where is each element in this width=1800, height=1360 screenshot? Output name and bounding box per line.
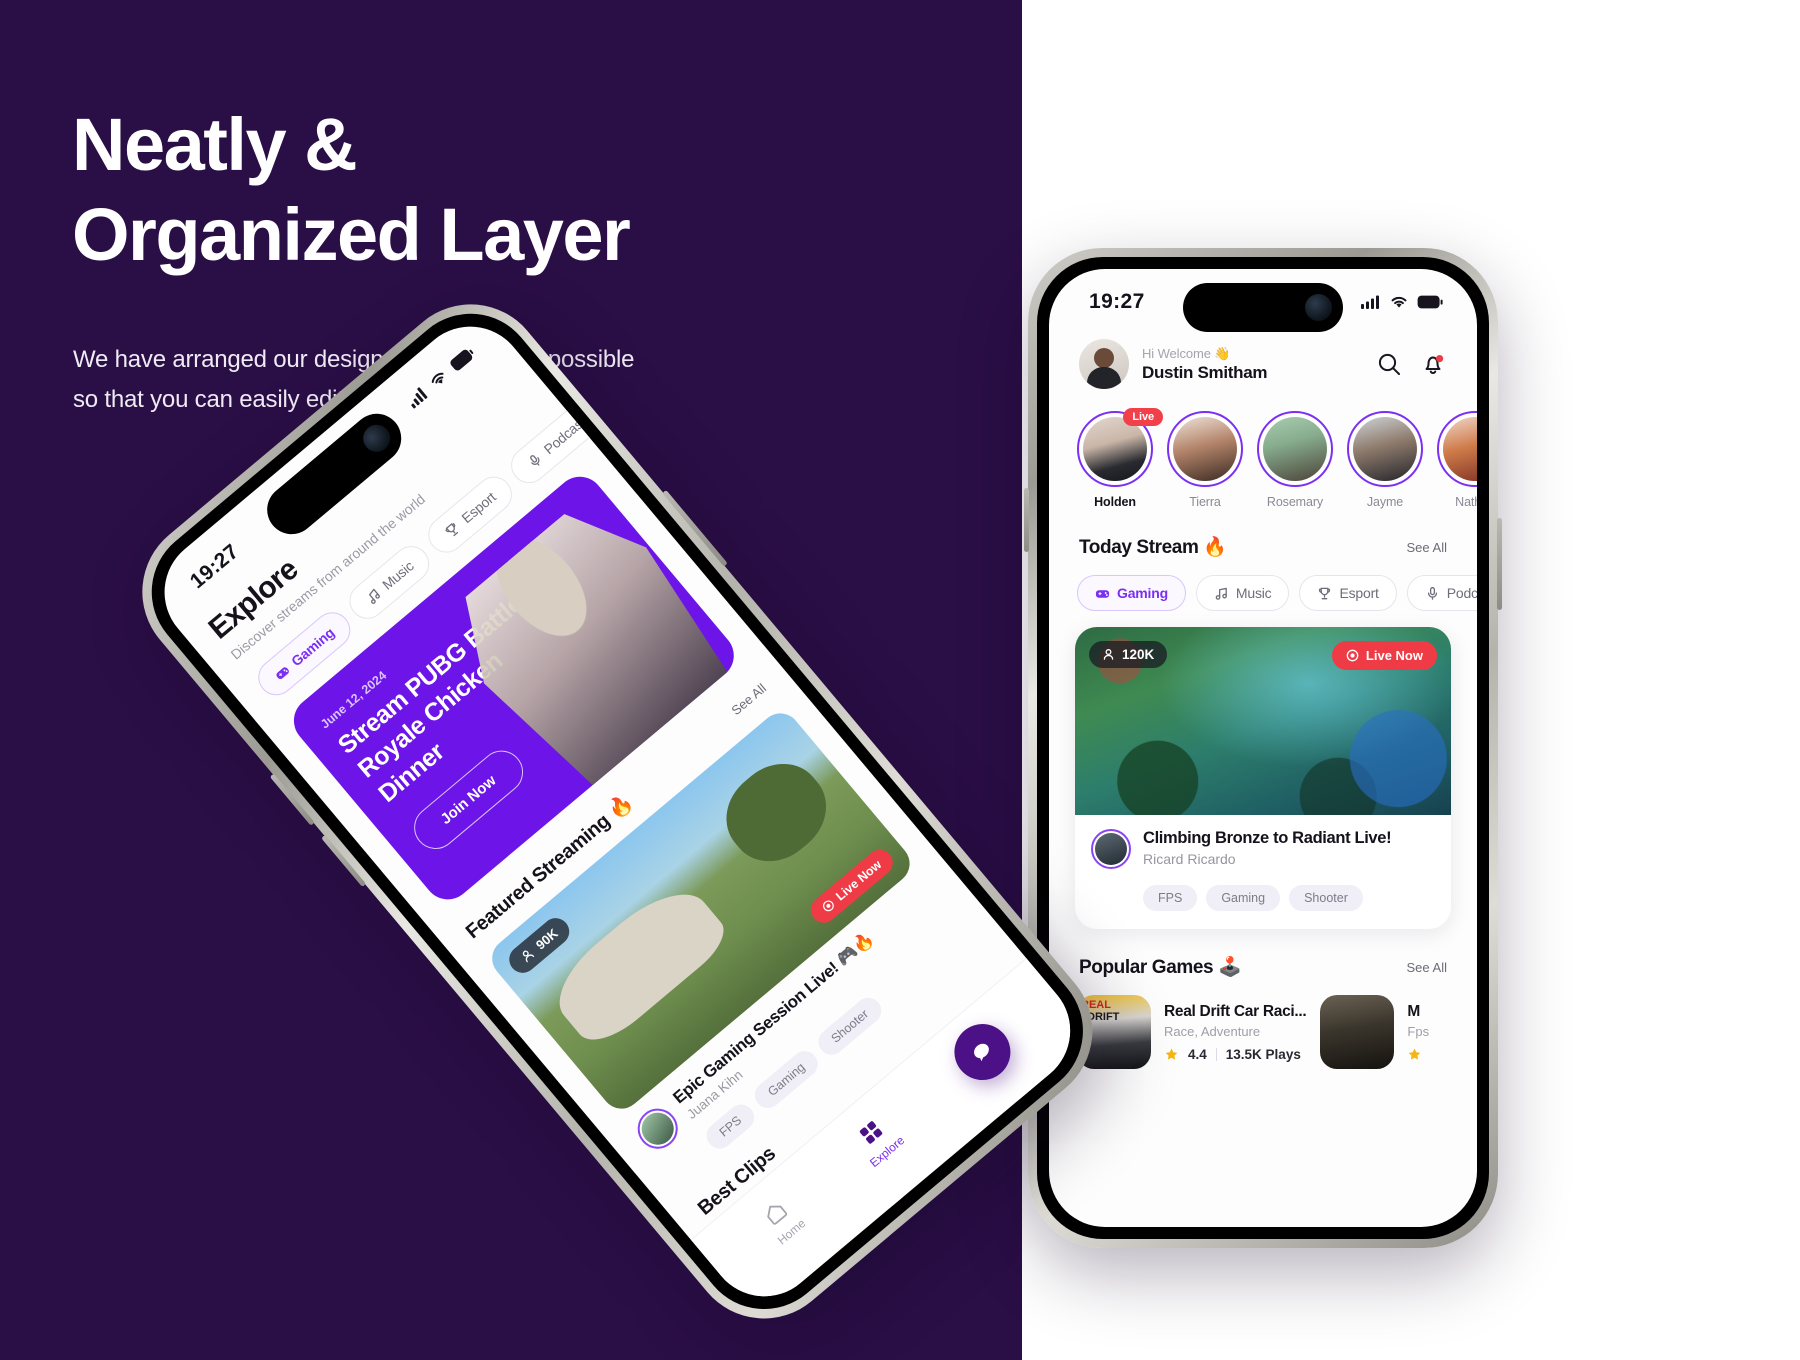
front-camera-icon [1305, 294, 1332, 321]
game-meta-block: Real Drift Car Raci... Race, Adventure 4… [1164, 1002, 1307, 1062]
avatar [1443, 417, 1477, 481]
status-bar-indicators [1361, 295, 1443, 309]
list-item[interactable]: Rosemary [1257, 411, 1333, 509]
record-icon [1346, 649, 1359, 662]
story-name: Holden [1094, 495, 1136, 509]
person-icon [518, 946, 536, 964]
see-all-link[interactable]: See All [1407, 540, 1447, 555]
list-item[interactable]: Jayme [1347, 411, 1423, 509]
story-ring [1257, 411, 1333, 487]
greeting-label: Hi Welcome 👋 [1142, 345, 1231, 361]
header-actions [1375, 350, 1447, 378]
tab-music[interactable]: Music [1195, 575, 1290, 611]
see-all-link[interactable]: See All [1407, 960, 1447, 975]
music-icon [1214, 586, 1229, 601]
user-name: Dustin Smitham [1142, 362, 1268, 382]
avatar [1263, 417, 1327, 481]
story-name: Jayme [1366, 495, 1404, 509]
explore-phone-screen: 19:27 Explore Discover streams from arou… [141, 303, 1093, 1320]
game-plays: 13.5K Plays [1225, 1046, 1301, 1062]
front-camera-icon [357, 419, 396, 458]
avatar [1173, 417, 1237, 481]
chip-label: Esport [1339, 585, 1379, 601]
story-ring [1437, 411, 1477, 487]
status-badge: Live [1123, 408, 1163, 426]
chip-label: Gaming [1117, 585, 1168, 601]
status-bar: 19:27 [1049, 269, 1477, 332]
trophy-icon [1317, 586, 1332, 601]
chip-label: Music [1235, 585, 1272, 601]
status-bar-time: 19:27 [1089, 290, 1145, 313]
chip-label: Podcast [540, 413, 589, 458]
viewer-count: 90K [503, 912, 575, 979]
cellular-icon [405, 385, 429, 409]
game-name: Real Drift Car Raci... [1164, 1002, 1307, 1020]
game-thumbnail [1320, 995, 1395, 1069]
status-badge: Live Now [1331, 641, 1437, 670]
story-ring [1347, 411, 1423, 487]
live-label: Live Now [1365, 648, 1423, 663]
story-ring [1167, 411, 1243, 487]
chip-label: Gaming [288, 624, 338, 670]
live-label: Live Now [833, 857, 885, 904]
wifi-icon [427, 368, 450, 390]
list-item[interactable]: Tierra [1167, 411, 1243, 509]
chip-label: Music [379, 557, 417, 593]
tab-chat[interactable] [942, 1012, 1022, 1092]
tab-explore[interactable]: Explore [847, 1109, 907, 1170]
mic-icon [524, 450, 545, 471]
cellular-icon [1361, 295, 1381, 309]
chip-label: Esport [458, 488, 499, 527]
chip-label: Podcast [1446, 585, 1477, 601]
tab-home[interactable]: Home [755, 1192, 808, 1247]
thumbnail-art [542, 873, 734, 1054]
avatar[interactable] [1079, 339, 1129, 389]
story-name: Rosemary [1266, 495, 1324, 509]
tab-podcast[interactable]: Podcast [1406, 575, 1477, 611]
music-icon [363, 585, 384, 606]
wifi-icon [1390, 295, 1408, 309]
game-rating: 4.4 [1188, 1046, 1207, 1062]
list-item[interactable]: M Fps [1320, 995, 1429, 1069]
battery-icon [1417, 295, 1443, 309]
game-category: Fps [1407, 1023, 1430, 1039]
list-item[interactable]: Live Holden [1077, 408, 1163, 509]
battery-icon [448, 345, 477, 372]
divider [1215, 1047, 1217, 1061]
thumbnail-art-2 [708, 746, 844, 879]
gamepad-icon [271, 662, 292, 683]
search-icon[interactable] [1375, 350, 1403, 378]
avatar [1083, 417, 1147, 481]
game-stats [1407, 1047, 1429, 1062]
profile-header: Hi Welcome 👋 Dustin Smitham [1075, 325, 1451, 389]
game-stats: 4.4 13.5K Plays [1164, 1047, 1306, 1062]
stories-row[interactable]: Live Holden Tierra Rosemary Jayme Nat [1075, 389, 1477, 509]
record-icon [820, 897, 837, 914]
greeting-block: Hi Welcome 👋 Dustin Smitham [1142, 345, 1268, 383]
section-title: Today Stream 🔥 [1079, 537, 1227, 558]
trophy-icon [442, 519, 463, 540]
chat-fab-icon[interactable] [942, 1012, 1022, 1092]
viewer-count-label: 90K [532, 925, 561, 953]
avatar [1353, 417, 1417, 481]
see-all-link[interactable]: See All [728, 680, 769, 718]
tab-esport[interactable]: Esport [1299, 575, 1397, 611]
story-name: Tierra [1189, 495, 1221, 509]
today-stream-header: Today Stream 🔥 See All [1075, 509, 1451, 559]
category-chips[interactable]: Gaming Music Esport [1075, 559, 1477, 611]
list-item[interactable]: Nathan [1437, 411, 1477, 509]
phone-power-button [1497, 518, 1502, 610]
dynamic-island [1183, 283, 1343, 332]
game-name: M [1407, 1002, 1421, 1020]
bell-icon[interactable] [1419, 350, 1447, 378]
story-name: Nathan [1455, 495, 1477, 509]
game-meta-block: M Fps [1407, 1003, 1429, 1062]
star-icon [1164, 1047, 1179, 1062]
star-icon [1407, 1047, 1422, 1062]
mic-icon [1425, 586, 1440, 601]
game-category: Race, Adventure [1164, 1023, 1261, 1039]
